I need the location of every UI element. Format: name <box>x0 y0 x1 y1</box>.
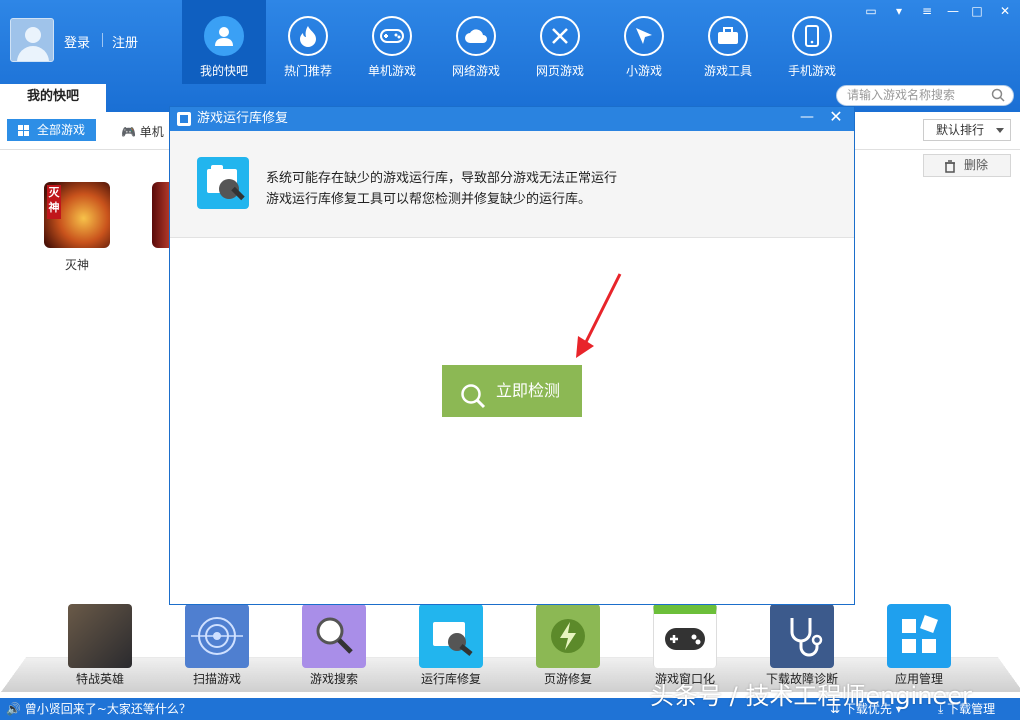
dock-item-runtime-repair[interactable] <box>419 604 483 668</box>
nav-label: 热门推荐 <box>283 64 332 78</box>
divider <box>102 33 103 47</box>
minimize-icon[interactable]: — <box>797 107 817 127</box>
message-icon[interactable]: ▭ <box>862 4 880 18</box>
watermark: 头条号 / 技术工程师engineer <box>650 682 972 710</box>
pointer-arrow <box>570 272 630 365</box>
status-message-text: 曾小贤回来了~大家还等什么？ <box>24 702 191 716</box>
cloud-icon <box>456 16 496 56</box>
nav-tools[interactable]: 游戏工具 <box>686 0 770 84</box>
nav-label: 游戏工具 <box>703 64 752 78</box>
radar-icon <box>191 617 243 655</box>
dock-item-download-diagnosis[interactable] <box>770 604 834 668</box>
dock-label: 扫描游戏 <box>192 672 241 686</box>
dock-item-game-search[interactable] <box>302 604 366 668</box>
tab-my-kuaiba[interactable]: 我的快吧 <box>0 84 106 112</box>
delete-label: 删除 <box>964 158 989 172</box>
flame-icon <box>288 16 328 56</box>
register-link[interactable]: 注册 <box>112 32 138 51</box>
dock-item-scan-games[interactable] <box>185 604 249 668</box>
dock-label: 特战英雄 <box>75 672 124 686</box>
detect-now-button[interactable]: 立即检测 <box>442 365 582 417</box>
minimize-icon[interactable]: — <box>944 4 962 18</box>
dock-label: 运行库修复 <box>420 672 481 686</box>
all-games-label: 全部游戏 <box>37 123 86 137</box>
dock-item-app-manager[interactable] <box>887 604 951 668</box>
nav-label: 网络游戏 <box>451 64 500 78</box>
top-bar: 登录 注册 我的快吧 热门推荐 单机游戏 网络游戏 网页游戏 小游戏 游戏工具 … <box>0 0 1020 112</box>
user-icon <box>204 16 244 56</box>
nav-label: 小游戏 <box>625 64 662 78</box>
nav-label: 我的快吧 <box>199 64 248 78</box>
toolbox-icon <box>708 16 748 56</box>
nav-my-kuaiba[interactable]: 我的快吧 <box>182 0 266 84</box>
paper-plane-icon <box>624 16 664 56</box>
sort-label: 默认排行 <box>936 123 985 137</box>
dialog-description-line1: 系统可能存在缺少的游戏运行库，导致部分游戏无法正常运行 <box>266 171 618 186</box>
game-tile-label[interactable]: 灭神 <box>44 256 110 273</box>
nav-web[interactable]: 网页游戏 <box>518 0 602 84</box>
dialog-title: 游戏运行库修复 <box>197 111 289 126</box>
lightning-icon <box>551 619 585 653</box>
nav-mini[interactable]: 小游戏 <box>602 0 686 84</box>
search-icon[interactable] <box>991 88 1005 108</box>
grid-icon <box>18 125 29 136</box>
nav-label: 手机游戏 <box>787 64 836 78</box>
repair-tool-icon <box>197 157 249 209</box>
nav-label: 网页游戏 <box>535 64 584 78</box>
nav-online[interactable]: 网络游戏 <box>434 0 518 84</box>
repair-tool-icon <box>433 622 473 656</box>
close-icon[interactable]: ✕ <box>826 107 846 127</box>
game-tile-icon[interactable] <box>152 182 170 248</box>
nav-single[interactable]: 单机游戏 <box>350 0 434 84</box>
dialog-title-bar[interactable]: 游戏运行库修复 — ✕ <box>170 107 854 131</box>
sort-dropdown[interactable]: 默认排行 <box>923 119 1011 141</box>
dock-item-special-forces[interactable] <box>68 604 132 668</box>
dock-label: 页游修复 <box>543 672 592 686</box>
phone-icon <box>792 16 832 56</box>
close-icon[interactable]: ✕ <box>996 4 1014 18</box>
menu-icon[interactable]: ≡ <box>918 4 936 18</box>
dock-label: 游戏搜索 <box>309 672 358 686</box>
game-logo-text: 灭神 <box>47 185 61 219</box>
single-games-tab[interactable]: 🎮 单机 <box>121 123 164 140</box>
runtime-repair-dialog: 游戏运行库修复 — ✕ 系统可能存在缺少的游戏运行库，导致部分游戏无法正常运行 … <box>169 106 855 605</box>
search-input[interactable]: 请输入游戏名称搜索 <box>836 85 1014 106</box>
avatar[interactable] <box>10 18 54 62</box>
nav-label: 单机游戏 <box>367 64 416 78</box>
gamepad-icon <box>665 628 705 650</box>
nav-mobile[interactable]: 手机游戏 <box>770 0 854 84</box>
stethoscope-icon <box>790 618 823 657</box>
dock-item-windowed[interactable] <box>653 604 717 668</box>
detect-now-label: 立即检测 <box>496 381 561 400</box>
skin-icon[interactable]: ▾ <box>890 4 908 18</box>
chevron-down-icon <box>996 128 1004 133</box>
dialog-header: 系统可能存在缺少的游戏运行库，导致部分游戏无法正常运行 游戏运行库修复工具可以帮… <box>170 131 854 238</box>
delete-button[interactable]: 删除 <box>923 154 1011 177</box>
nav-hot[interactable]: 热门推荐 <box>266 0 350 84</box>
gamepad-icon <box>372 16 412 56</box>
trash-icon <box>944 159 956 180</box>
status-message[interactable]: 🔊 曾小贤回来了~大家还等什么？ <box>6 698 191 720</box>
search-icon <box>460 378 486 430</box>
dialog-description-line2: 游戏运行库修复工具可以帮您检测并修复缺少的运行库。 <box>266 192 592 207</box>
game-tile-icon[interactable]: 灭神 <box>44 182 110 248</box>
gamepad-icon: 🎮 <box>121 125 136 139</box>
search-icon <box>316 617 353 654</box>
search-placeholder: 请输入游戏名称搜索 <box>847 88 956 102</box>
dock-item-webgame-repair[interactable] <box>536 604 600 668</box>
single-games-label: 单机 <box>139 125 164 139</box>
login-link[interactable]: 登录 <box>64 32 90 51</box>
apps-grid-icon <box>902 615 938 653</box>
all-games-button[interactable]: 全部游戏 <box>7 119 96 141</box>
maximize-icon[interactable]: □ <box>968 4 986 18</box>
speaker-icon: 🔊 <box>6 702 21 716</box>
repair-tool-icon <box>177 112 191 126</box>
swords-icon <box>540 16 580 56</box>
